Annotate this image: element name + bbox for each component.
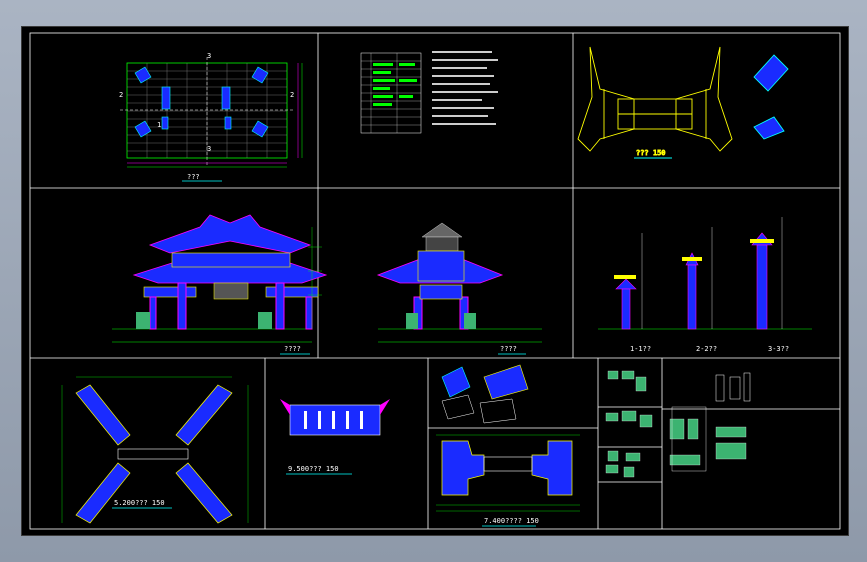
drawing-canvas[interactable]: 3 3 2 2 1 ??? ??? 150 ???? ???? 1-1?? 2-… <box>22 27 848 535</box>
plan-7400-panel[interactable]: 7.400???? 150 <box>436 434 580 527</box>
right-details-panel[interactable] <box>669 372 751 472</box>
floor-plan-panel[interactable]: 3 3 2 2 1 ??? <box>119 52 303 182</box>
floor-plan-caption: ??? <box>187 173 200 181</box>
plan-9500-panel[interactable]: 9.500??? 150 <box>280 399 390 475</box>
roof-plan-panel[interactable]: ??? 150 <box>577 46 789 159</box>
sections-panel[interactable]: 1-1?? 2-2?? 3-3?? <box>598 217 812 353</box>
front-elevation-caption: ???? <box>284 345 301 353</box>
plan-mark-bottom: 3 <box>207 145 211 153</box>
detail-top-panel[interactable] <box>441 364 529 424</box>
roof-plan-caption: ??? 150 <box>636 149 666 157</box>
plan-mark-right: 2 <box>290 91 294 99</box>
plan-mark-left: 2 <box>119 91 123 99</box>
cad-drawing-sheet[interactable]: 3 3 2 2 1 ??? ??? 150 ???? ???? 1-1?? 2-… <box>21 26 849 536</box>
section-3-caption: 3-3?? <box>768 345 789 353</box>
section-1-caption: 1-1?? <box>630 345 651 353</box>
front-elevation-panel[interactable]: ???? <box>112 214 328 355</box>
plan-5200-panel[interactable]: 5.200??? 150 <box>61 376 249 524</box>
notes-table-panel[interactable] <box>360 51 498 134</box>
plan-mark-mid: 1 <box>157 121 161 129</box>
plan-9500-caption: 9.500??? 150 <box>288 465 339 473</box>
section-2-caption: 2-2?? <box>696 345 717 353</box>
plan-mark-top: 3 <box>207 52 211 60</box>
side-elevation-caption: ???? <box>500 345 517 353</box>
plan-5200-caption: 5.200??? 150 <box>114 499 165 507</box>
side-elevation-panel[interactable]: ???? <box>376 222 542 355</box>
plan-7400-caption: 7.400???? 150 <box>484 517 539 525</box>
small-details-panel[interactable] <box>605 370 653 478</box>
